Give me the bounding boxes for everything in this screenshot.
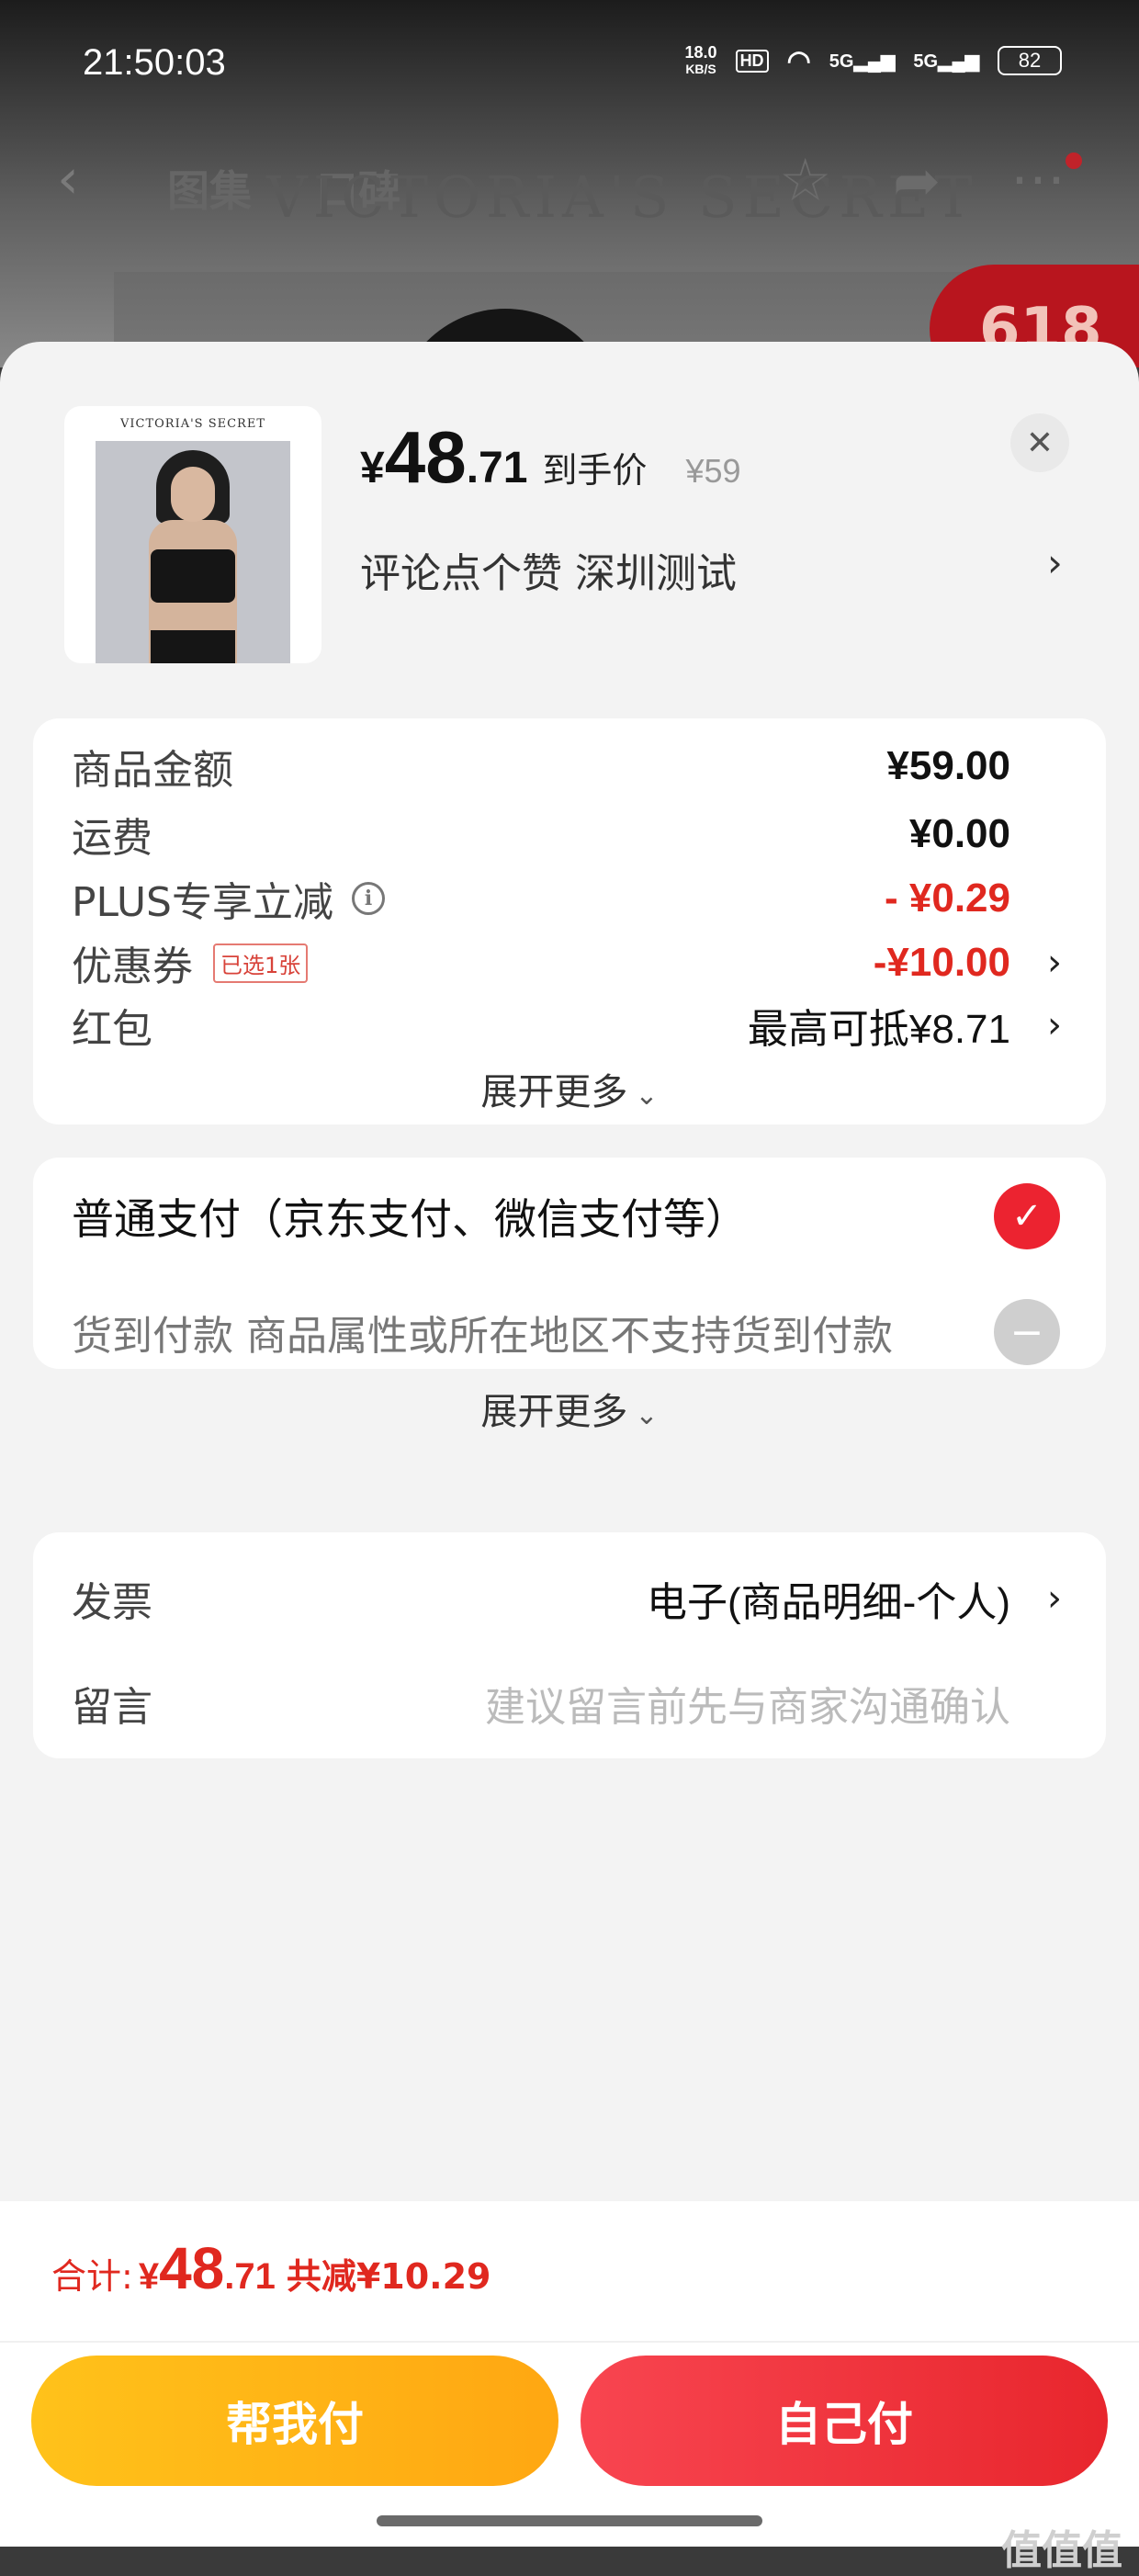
row-red-packet[interactable]: 红包 最高可抵¥8.71 › — [72, 998, 1067, 1053]
pay-myself-button[interactable]: 自己付 — [581, 2356, 1108, 2486]
back-arrow-icon[interactable]: ‹ — [57, 147, 79, 211]
row-shipping: 运费 ¥0.00 — [72, 811, 1010, 862]
row-coupon[interactable]: 优惠券 已选1张 -¥10.00 › — [72, 935, 1067, 990]
home-indicator[interactable] — [377, 2515, 762, 2526]
order-total: 合计: ¥ 48 .71 共减¥10.29 — [51, 2235, 491, 2301]
battery-icon: 82 — [998, 46, 1062, 75]
thumbnail-brand-logo: VICTORIA'S SECRET — [119, 417, 265, 431]
chevron-right-icon[interactable]: › — [1047, 540, 1063, 585]
row-message[interactable]: 留言 建议留言前先与商家沟通确认 — [72, 1676, 1067, 1731]
chevron-right-icon: › — [1047, 942, 1062, 984]
notification-dot — [1066, 153, 1082, 169]
final-price: ¥ 48 .71 到手价 ¥59 — [360, 416, 741, 498]
payment-option-normal[interactable]: 普通支付（京东支付、微信支付等） ✓ — [72, 1183, 1067, 1249]
disabled-radio-icon: − — [994, 1299, 1060, 1365]
original-price: ¥59 — [685, 452, 741, 490]
close-button[interactable]: ✕ — [1010, 413, 1069, 472]
payment-method-card: 普通支付（京东支付、微信支付等） ✓ 货到付款 商品属性或所在地区不支持货到付款… — [33, 1158, 1106, 1369]
close-icon: ✕ — [1025, 424, 1054, 462]
product-thumbnail: VICTORIA'S SECRET — [64, 406, 321, 663]
wifi-icon: ◠ — [786, 45, 811, 76]
final-price-tag: 到手价 — [542, 450, 648, 491]
status-icons: 18.0 KB/S HD ◠ 5G▂▄▆ 5G▂▄▆ 82 — [685, 44, 1062, 77]
row-invoice[interactable]: 发票 电子(商品明细-个人) › — [72, 1571, 1067, 1626]
divider — [0, 2341, 1139, 2343]
order-extras-card: 发票 电子(商品明细-个人) › 留言 建议留言前先与商家沟通确认 — [33, 1532, 1106, 1758]
expand-more-button[interactable]: 展开更多 ⌄ — [33, 1062, 1106, 1115]
row-goods-amount: 商品金额 ¥59.00 — [72, 743, 1010, 794]
top-navigation: ‹ 图集 口碑 VICTORIA'S SECRET ☆ ➦ ⋯ — [0, 147, 1139, 231]
hd-voice-icon: HD — [735, 49, 769, 73]
message-input[interactable]: 建议留言前先与商家沟通确认 — [485, 1674, 1010, 1733]
info-icon[interactable]: i — [352, 882, 385, 915]
chevron-right-icon: › — [1047, 1004, 1062, 1046]
site-watermark: 值值值 — [1001, 2527, 1122, 2574]
chevron-right-icon: › — [1047, 1577, 1062, 1620]
product-photo — [96, 441, 290, 663]
product-variant-summary[interactable]: 评论点个赞 深圳测试 — [360, 540, 737, 599]
background-page: 618 21:50:03 18.0 KB/S HD ◠ 5G▂▄▆ 5G▂▄▆ … — [0, 0, 1139, 367]
cellular-signal-icon: 5G▂▄▆ — [913, 51, 979, 72]
favorite-star-icon[interactable]: ☆ — [779, 147, 831, 215]
checked-radio-icon[interactable]: ✓ — [994, 1183, 1060, 1249]
brand-logo: VICTORIA'S SECRET — [266, 164, 978, 231]
status-time: 21:50:03 — [83, 42, 226, 83]
net-speed-indicator: 18.0 KB/S — [684, 43, 717, 76]
tab-gallery[interactable]: 图集 — [167, 158, 252, 219]
price-breakdown-card: 商品金额 ¥59.00 运费 ¥0.00 PLUS专享立减 i - ¥0.29 … — [33, 718, 1106, 1124]
cellular-signal-icon: 5G▂▄▆ — [829, 51, 896, 72]
payment-option-cod: 货到付款 商品属性或所在地区不支持货到付款 − — [72, 1299, 1067, 1365]
row-plus-discount: PLUS专享立减 i - ¥0.29 — [72, 876, 1010, 926]
share-icon[interactable]: ➦ — [893, 147, 941, 214]
total-saved: 共减¥10.29 — [286, 2256, 491, 2297]
more-dots-icon[interactable]: ⋯ — [1010, 147, 1066, 211]
payment-expand-more-button[interactable]: 展开更多 ⌄ — [33, 1382, 1106, 1435]
checkout-bottom-bar: 合计: ¥ 48 .71 共减¥10.29 帮我付 自己付 值值值 — [0, 2201, 1139, 2574]
help-me-pay-button[interactable]: 帮我付 — [31, 2356, 558, 2486]
coupon-selected-badge: 已选1张 — [213, 943, 309, 983]
chevron-down-icon: ⌄ — [635, 1399, 659, 1431]
chevron-down-icon: ⌄ — [635, 1079, 659, 1112]
